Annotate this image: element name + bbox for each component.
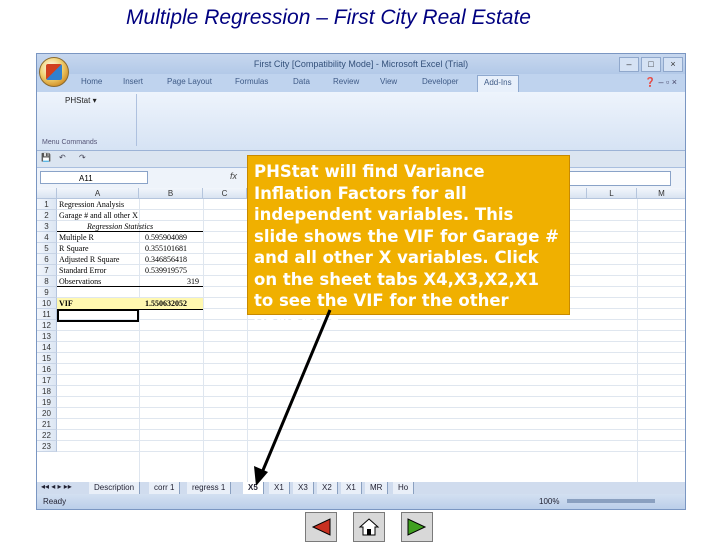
arrow-head bbox=[254, 466, 268, 486]
pointer-arrow bbox=[254, 309, 332, 486]
arrow-line bbox=[259, 309, 332, 476]
